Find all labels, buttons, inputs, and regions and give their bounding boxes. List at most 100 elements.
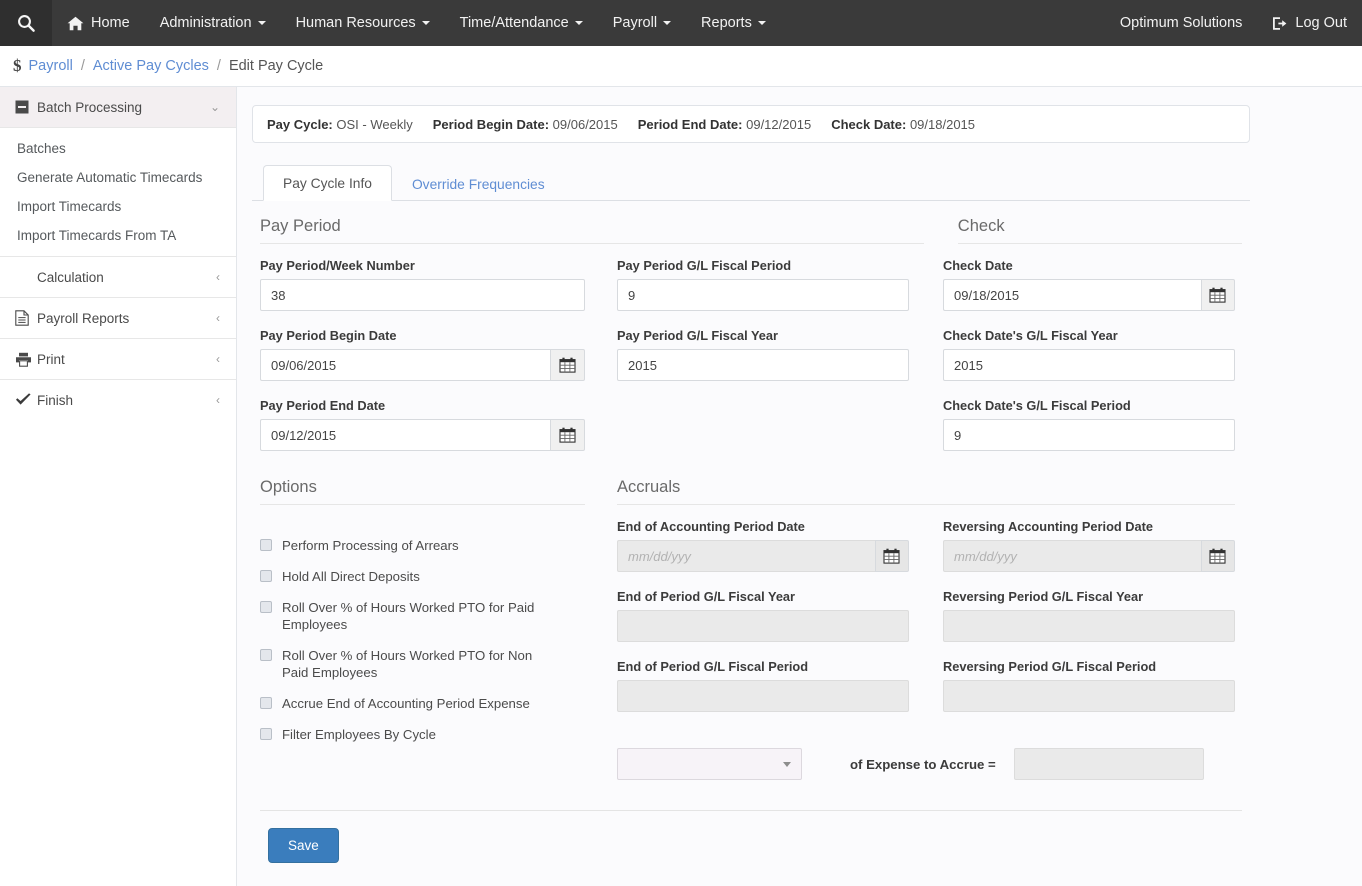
sidebar-item-batch-processing[interactable]: Batch Processing ⌄ [0, 87, 236, 128]
input-reversing-period-gl-fiscal-year[interactable] [943, 610, 1235, 642]
nav-secondary-menus: Optimum Solutions Log Out [1105, 0, 1362, 46]
info-period-end-label: Period End Date: [638, 117, 743, 132]
nav-item-time-attendance-label: Time/Attendance [460, 15, 569, 31]
field-check-date: Check Date [943, 258, 1235, 311]
nav-item-home[interactable]: Home [52, 0, 145, 46]
input-expense-to-accrue-value[interactable] [1014, 748, 1204, 780]
checkbox-icon[interactable] [260, 728, 272, 740]
label-pay-period-end-date: Pay Period End Date [260, 398, 585, 413]
breadcrumb-item-payroll[interactable]: Payroll [29, 58, 73, 74]
tab-pay-cycle-info[interactable]: Pay Cycle Info [263, 165, 392, 201]
nav-item-administration[interactable]: Administration [145, 0, 281, 46]
main-content: Pay Cycle: OSI - Weekly Period Begin Dat… [237, 87, 1362, 886]
checkbox-icon[interactable] [260, 649, 272, 661]
page-layout: Batch Processing ⌄ Batches Generate Auto… [0, 87, 1362, 886]
search-button[interactable] [0, 0, 52, 46]
label-of-expense-to-accrue: of Expense to Accrue = [850, 757, 996, 772]
input-pay-period-gl-fiscal-period[interactable] [617, 279, 909, 311]
option-perform-processing-of-arrears[interactable]: Perform Processing of Arrears [260, 537, 585, 554]
options-checkbox-list: Perform Processing of Arrears Hold All D… [260, 537, 585, 743]
info-period-begin-label: Period Begin Date: [433, 117, 549, 132]
sidebar-item-finish[interactable]: Finish ‹ [0, 379, 236, 420]
sidebar-item-batch-processing-label: Batch Processing [37, 100, 210, 115]
pay-period-right-column: Pay Period G/L Fiscal Period Pay Period … [617, 258, 909, 468]
input-pay-period-end-date[interactable] [260, 419, 550, 451]
chevron-left-icon: ‹ [216, 353, 220, 365]
input-check-date-gl-fiscal-period[interactable] [943, 419, 1235, 451]
accrual-percent-row: of Expense to Accrue = [617, 748, 1235, 780]
select-accrual-percent[interactable] [617, 748, 802, 780]
check-column: Check Date [943, 258, 1235, 468]
option-filter-employees-by-cycle[interactable]: Filter Employees By Cycle [260, 726, 585, 743]
calendar-button-end-of-accounting-period-date[interactable] [875, 540, 909, 572]
input-reversing-period-gl-fiscal-period[interactable] [943, 680, 1235, 712]
sidebar-item-print[interactable]: Print ‹ [0, 338, 236, 379]
sidebar-item-import-timecards-label: Import Timecards [17, 199, 121, 214]
input-end-of-period-gl-fiscal-year[interactable] [617, 610, 909, 642]
sidebar: Batch Processing ⌄ Batches Generate Auto… [0, 87, 237, 886]
sidebar-item-import-timecards-from-ta-label: Import Timecards From TA [17, 228, 176, 243]
checkbox-icon[interactable] [260, 601, 272, 613]
label-pay-period-week-number: Pay Period/Week Number [260, 258, 585, 273]
input-reversing-accounting-period-date[interactable] [943, 540, 1201, 572]
company-name: Optimum Solutions [1105, 0, 1258, 46]
sidebar-item-batches[interactable]: Batches [0, 134, 236, 163]
field-pay-period-end-date: Pay Period End Date [260, 398, 585, 451]
field-pay-period-gl-fiscal-period: Pay Period G/L Fiscal Period [617, 258, 909, 311]
chevron-left-icon: ‹ [216, 271, 220, 283]
option-accrue-end-of-accounting-period-expense[interactable]: Accrue End of Accounting Period Expense [260, 695, 585, 712]
checkbox-icon[interactable] [260, 539, 272, 551]
info-check-date: Check Date: 09/18/2015 [831, 117, 975, 132]
field-end-of-period-gl-fiscal-year: End of Period G/L Fiscal Year [617, 589, 909, 642]
field-pay-period-week-number: Pay Period/Week Number [260, 258, 585, 311]
input-end-of-period-gl-fiscal-period[interactable] [617, 680, 909, 712]
accruals-fields-grid: End of Accounting Period Date [617, 519, 1235, 729]
option-roll-over-pto-paid-employees[interactable]: Roll Over % of Hours Worked PTO for Paid… [260, 599, 585, 633]
calendar-button-reversing-accounting-period-date[interactable] [1201, 540, 1235, 572]
calendar-button-pay-period-begin-date[interactable] [550, 349, 585, 381]
form-footer: Save [260, 810, 1242, 863]
nav-item-reports[interactable]: Reports [686, 0, 781, 46]
input-pay-period-begin-date[interactable] [260, 349, 550, 381]
section-headers-row: Pay Period Check [260, 217, 1242, 258]
field-pay-period-begin-date: Pay Period Begin Date [260, 328, 585, 381]
input-group-check-date [943, 279, 1235, 311]
nav-item-time-attendance[interactable]: Time/Attendance [445, 0, 598, 46]
input-end-of-accounting-period-date[interactable] [617, 540, 875, 572]
sidebar-item-import-timecards[interactable]: Import Timecards [0, 192, 236, 221]
chevron-down-icon [258, 21, 266, 25]
save-button[interactable]: Save [268, 828, 339, 863]
sidebar-item-payroll-reports[interactable]: Payroll Reports ‹ [0, 297, 236, 338]
input-pay-period-week-number[interactable] [260, 279, 585, 311]
check-icon [15, 393, 37, 407]
logout-button[interactable]: Log Out [1257, 0, 1362, 46]
input-group-end-of-accounting-period-date [617, 540, 909, 572]
input-pay-period-gl-fiscal-year[interactable] [617, 349, 909, 381]
calendar-button-pay-period-end-date[interactable] [550, 419, 585, 451]
info-pay-cycle: Pay Cycle: OSI - Weekly [267, 117, 413, 132]
option-roll-over-pto-non-paid-employees[interactable]: Roll Over % of Hours Worked PTO for Non … [260, 647, 585, 681]
input-check-date[interactable] [943, 279, 1201, 311]
sidebar-item-generate-automatic-timecards[interactable]: Generate Automatic Timecards [0, 163, 236, 192]
sidebar-item-calculation[interactable]: Calculation ‹ [0, 256, 236, 297]
nav-item-human-resources[interactable]: Human Resources [281, 0, 445, 46]
checkbox-icon[interactable] [260, 697, 272, 709]
tab-override-frequencies[interactable]: Override Frequencies [392, 166, 565, 201]
nav-item-human-resources-label: Human Resources [296, 15, 416, 31]
sidebar-item-import-timecards-from-ta[interactable]: Import Timecards From TA [0, 221, 236, 250]
option-hold-all-direct-deposits[interactable]: Hold All Direct Deposits [260, 568, 585, 585]
sidebar-item-finish-label: Finish [37, 393, 216, 408]
chevron-down-icon: ⌄ [210, 101, 220, 113]
input-check-date-gl-fiscal-year[interactable] [943, 349, 1235, 381]
nav-item-payroll[interactable]: Payroll [598, 0, 686, 46]
breadcrumb-item-active-pay-cycles[interactable]: Active Pay Cycles [93, 58, 209, 74]
input-group-reversing-accounting-period-date [943, 540, 1235, 572]
info-period-end: Period End Date: 09/12/2015 [638, 117, 811, 132]
checkbox-icon[interactable] [260, 570, 272, 582]
chevron-down-icon [422, 21, 430, 25]
logout-label: Log Out [1295, 15, 1347, 31]
accruals-left-column: End of Accounting Period Date [617, 519, 909, 729]
calendar-icon [883, 548, 900, 564]
calendar-icon [1209, 548, 1226, 564]
calendar-button-check-date[interactable] [1201, 279, 1235, 311]
